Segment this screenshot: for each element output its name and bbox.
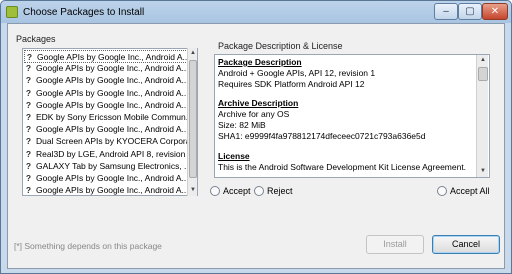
question-icon: ?: [25, 160, 32, 171]
package-list-item[interactable]: ? Google APIs by Google Inc., Android A..…: [24, 172, 188, 185]
question-icon: ?: [25, 75, 32, 86]
archive-description-heading: Archive Description: [218, 98, 299, 108]
package-list-item[interactable]: ? Google APIs by Google Inc., Android A..…: [24, 123, 188, 136]
description-scrollbar[interactable]: ▲ ▼: [476, 55, 488, 177]
question-icon: ?: [25, 124, 32, 135]
package-label: Google APIs by Google Inc., Android A...: [37, 52, 188, 62]
scroll-down-icon[interactable]: ▼: [477, 166, 489, 176]
maximize-button[interactable]: ▢: [458, 3, 482, 20]
package-description-heading: Package Description: [218, 57, 302, 67]
package-list-item[interactable]: ? EDK by Sony Ericsson Mobile Commun...: [24, 111, 188, 124]
package-label: Google APIs by Google Inc., Android A...: [36, 99, 188, 110]
package-description-line: Android + Google APIs, API 12, revision …: [218, 68, 376, 78]
radio-circle-icon: [437, 186, 447, 196]
packages-list[interactable]: ? Google APIs by Google Inc., Android A..…: [22, 48, 198, 196]
question-icon: ?: [25, 63, 32, 74]
reject-label: Reject: [267, 186, 293, 196]
android-sdk-icon: [6, 6, 18, 18]
question-icon: ?: [25, 173, 32, 183]
question-icon: ?: [25, 136, 32, 147]
package-label: Google APIs by Google Inc., Android A...: [36, 185, 188, 196]
packages-group-label: Packages: [16, 34, 56, 44]
package-list-item[interactable]: ? GALAXY Tab by Samsung Electronics, ...: [24, 160, 188, 173]
minimize-button[interactable]: –: [434, 3, 458, 20]
accept-radio[interactable]: Accept: [210, 186, 251, 196]
cancel-button[interactable]: Cancel: [432, 235, 500, 254]
question-icon: ?: [25, 87, 32, 98]
title-bar[interactable]: Choose Packages to Install – ▢ ✕: [1, 1, 511, 23]
question-icon: ?: [26, 52, 33, 62]
package-label: Google APIs by Google Inc., Android A...: [36, 124, 188, 135]
archive-description-line: Size: 82 MiB: [218, 120, 266, 130]
license-line: This is the Android Software Development…: [218, 162, 467, 172]
package-list-item[interactable]: ? Google APIs by Google Inc., Android A..…: [24, 50, 188, 63]
question-icon: ?: [25, 185, 32, 196]
package-list-item[interactable]: ? Google APIs by Google Inc., Android A..…: [24, 87, 188, 100]
accept-all-label: Accept All: [450, 186, 490, 196]
scroll-down-icon[interactable]: ▼: [188, 185, 198, 195]
package-list-item[interactable]: ? Google APIs by Google Inc., Android A..…: [24, 62, 188, 75]
package-label: Real3D by LGE, Android API 8, revision 1: [36, 148, 188, 159]
package-label: GALAXY Tab by Samsung Electronics, ...: [36, 160, 188, 171]
package-list-item[interactable]: ? Real3D by LGE, Android API 8, revision …: [24, 148, 188, 161]
package-label: Google APIs by Google Inc., Android A...: [36, 63, 188, 74]
archive-description-line: SHA1: e9999f4fa978812174dfeceec0721c793a…: [218, 131, 426, 141]
install-button[interactable]: Install: [366, 235, 424, 254]
scroll-up-icon[interactable]: ▲: [477, 55, 489, 65]
package-label: Dual Screen APIs by KYOCERA Corpora...: [36, 136, 188, 147]
package-list-item[interactable]: ? Dual Screen APIs by KYOCERA Corpora...: [24, 135, 188, 148]
radio-circle-icon: [210, 186, 220, 196]
question-icon: ?: [25, 112, 32, 122]
packages-scrollbar[interactable]: ▲ ▼: [187, 48, 197, 196]
package-list-item[interactable]: ? Google APIs by Google Inc., Android A..…: [24, 99, 188, 112]
close-button[interactable]: ✕: [482, 3, 508, 20]
package-label: Google APIs by Google Inc., Android A...: [36, 75, 188, 86]
question-icon: ?: [25, 148, 32, 159]
radio-circle-icon: [254, 186, 264, 196]
scroll-up-icon[interactable]: ▲: [188, 48, 198, 58]
description-panel: Package Description Android + Google API…: [214, 54, 490, 178]
dependency-status: [*] Something depends on this package: [14, 241, 162, 251]
archive-description-line: Archive for any OS: [218, 109, 290, 119]
description-group-label: Package Description & License: [218, 41, 343, 51]
package-description-line: Requires SDK Platform Android API 12: [218, 79, 365, 89]
question-icon: ?: [25, 99, 32, 110]
reject-radio[interactable]: Reject: [254, 186, 293, 196]
license-heading: License: [218, 151, 250, 161]
package-list-item[interactable]: ? Google APIs by Google Inc., Android A..…: [24, 74, 188, 87]
window-title: Choose Packages to Install: [23, 7, 145, 18]
scroll-thumb[interactable]: [478, 67, 488, 81]
package-label: Google APIs by Google Inc., Android A...: [36, 173, 188, 183]
accept-all-radio[interactable]: Accept All: [437, 186, 490, 196]
scroll-thumb[interactable]: [189, 60, 197, 178]
package-list-item[interactable]: ? Google APIs by Google Inc., Android A..…: [24, 184, 188, 196]
accept-label: Accept: [223, 186, 251, 196]
package-label: EDK by Sony Ericsson Mobile Commun...: [36, 112, 188, 122]
package-label: Google APIs by Google Inc., Android A...: [36, 87, 188, 98]
